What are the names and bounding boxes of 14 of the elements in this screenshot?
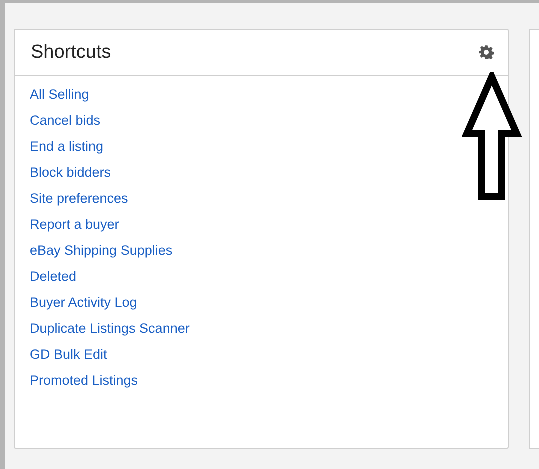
shortcut-link[interactable]: All Selling — [30, 85, 90, 105]
shortcut-link[interactable]: eBay Shipping Supplies — [30, 241, 173, 261]
shortcut-link[interactable]: Promoted Listings — [30, 371, 138, 391]
shortcut-link[interactable]: Duplicate Listings Scanner — [30, 319, 190, 339]
card-title: Shortcuts — [31, 42, 112, 64]
settings-icon[interactable] — [479, 45, 494, 60]
shortcut-link[interactable]: Cancel bids — [30, 111, 101, 131]
shortcut-link[interactable]: Report a buyer — [30, 215, 120, 235]
shortcut-link[interactable]: Buyer Activity Log — [30, 293, 138, 313]
shortcut-link[interactable]: End a listing — [30, 137, 104, 157]
shortcut-link[interactable]: Deleted — [30, 267, 77, 287]
shortcut-link[interactable]: GD Bulk Edit — [30, 345, 108, 365]
shortcut-link[interactable]: Block bidders — [30, 163, 112, 183]
shortcut-link[interactable]: Site preferences — [30, 189, 128, 209]
